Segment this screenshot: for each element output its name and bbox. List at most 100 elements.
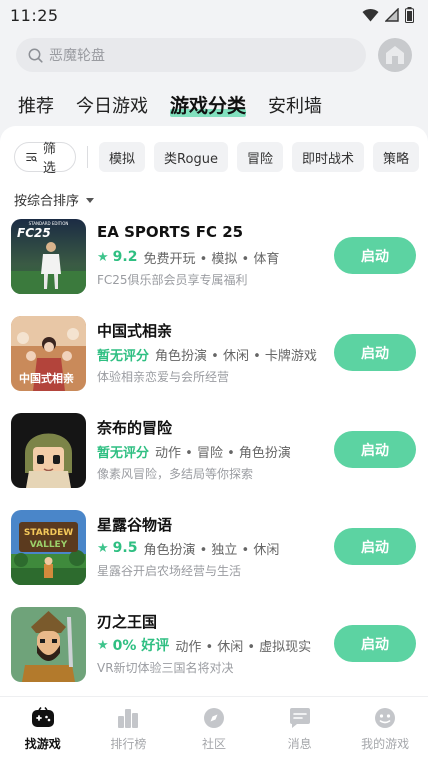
game-icon-blade-kingdom (11, 607, 86, 682)
filter-icon (26, 152, 37, 162)
sort-label: 按综合排序 (14, 194, 80, 209)
game-info: 刃之王国 ★ 0% 好评 动作 • 休闲 • 虚拟现实 VR新切体验三国名将对决 (97, 611, 327, 676)
game-rating: 暂无评分 (97, 445, 150, 461)
game-icon-stardew: STARDEW VALLEY (11, 510, 86, 585)
game-rating: 暂无评分 (97, 348, 150, 364)
list-item[interactable]: STARDEW VALLEY 星露谷物语 ★ 9.5 角色扮演 • 独立 • 休… (0, 510, 428, 607)
signal-icon (385, 8, 399, 22)
tab-today-games[interactable]: 今日游戏 (76, 92, 148, 118)
list-item[interactable]: 奈布的冒险 暂无评分 动作 • 冒险 • 角色扮演 像素风冒险，多结局等你探索 … (0, 413, 428, 510)
chip-simulation[interactable]: 模拟 (99, 142, 146, 172)
nav-label: 消息 (287, 737, 312, 751)
nav-label: 我的游戏 (361, 737, 410, 751)
list-item[interactable]: STANDARD EDITION FC25 EA SPORTS FC 25 ★ … (0, 219, 428, 316)
game-meta: 暂无评分 动作 • 冒险 • 角色扮演 (97, 442, 327, 461)
nav-label: 社区 (201, 737, 226, 751)
nav-find-games[interactable]: 找游戏 (0, 697, 86, 760)
game-title: 刃之王国 (97, 613, 158, 631)
search-icon (28, 48, 43, 63)
search-placeholder: 恶魔轮盘 (49, 48, 105, 64)
star-icon: ★ (97, 249, 109, 265)
game-meta: ★ 9.5 角色扮演 • 独立 • 休闲 (97, 539, 327, 558)
status-icons (362, 7, 414, 23)
game-description: 像素风冒险，多结局等你探索 (97, 467, 254, 481)
launch-button[interactable]: 启动 (334, 625, 416, 662)
tab-game-categories[interactable]: 游戏分类 (170, 91, 247, 118)
nav-my-games[interactable]: 我的游戏 (342, 697, 428, 760)
game-info: 奈布的冒险 暂无评分 动作 • 冒险 • 角色扮演 像素风冒险，多结局等你探索 (97, 417, 327, 482)
game-tags: 免费开玩 • 模拟 • 体育 (143, 251, 280, 267)
stardew-logo-text-1: STARDEW (24, 528, 73, 538)
list-item[interactable]: 刃之王国 ★ 0% 好评 动作 • 休闲 • 虚拟现实 VR新切体验三国名将对决… (0, 607, 428, 696)
game-description: VR新切体验三国名将对决 (97, 661, 234, 675)
game-title: 星露谷物语 (97, 516, 173, 534)
launch-button[interactable]: 启动 (334, 528, 416, 565)
game-description: FC25俱乐部会员享专属福利 (97, 273, 248, 287)
game-icon-xiangqin: 中国式相亲 (11, 316, 86, 391)
avatar[interactable] (378, 38, 412, 72)
compass-icon (203, 708, 224, 728)
game-description: 体验相亲恋爱与会所经营 (97, 370, 230, 384)
fc25-logo-text: FC25 (17, 226, 51, 240)
game-tags: 角色扮演 • 独立 • 休闲 (143, 542, 280, 558)
battery-icon (405, 7, 414, 23)
chip-adventure[interactable]: 冒险 (236, 142, 283, 172)
ranking-icon (118, 709, 139, 728)
bottom-nav: 找游戏 排行榜 社区 消息 我的游戏 (0, 696, 428, 760)
game-list: STANDARD EDITION FC25 EA SPORTS FC 25 ★ … (0, 219, 428, 696)
filter-button[interactable]: 筛选 (14, 142, 77, 176)
filter-divider (87, 146, 89, 168)
game-meta: ★ 9.2 免费开玩 • 模拟 • 体育 (97, 248, 327, 267)
chip-real-time-tactics[interactable]: 即时战术 (291, 142, 364, 172)
game-tags: 动作 • 休闲 • 虚拟现实 (175, 639, 312, 655)
launch-button[interactable]: 启动 (334, 334, 416, 371)
wifi-icon (362, 8, 379, 22)
game-rating: 9.2 (112, 249, 138, 265)
gamepad-icon (31, 707, 54, 727)
game-tags: 动作 • 冒险 • 角色扮演 (155, 445, 291, 461)
nav-label: 找游戏 (24, 737, 61, 751)
launch-button[interactable]: 启动 (334, 237, 416, 274)
game-title: 奈布的冒险 (97, 419, 173, 437)
star-icon: ★ (97, 637, 109, 653)
sort-dropdown[interactable]: 按综合排序 (14, 190, 95, 209)
list-item[interactable]: 中国式相亲 中国式相亲 暂无评分 角色扮演 • 休闲 • 卡牌游戏 体验相亲恋爱… (0, 316, 428, 413)
my-games-icon (375, 708, 396, 728)
nav-ranking[interactable]: 排行榜 (86, 697, 172, 760)
game-rating: 0% 好评 (112, 638, 170, 654)
filter-label: 筛选 (42, 142, 56, 176)
game-info: 中国式相亲 暂无评分 角色扮演 • 休闲 • 卡牌游戏 体验相亲恋爱与会所经营 (97, 320, 327, 385)
category-panel: 筛选 模拟 类Rogue 冒险 即时战术 策略 按综合排序 STANDARD E… (0, 126, 428, 696)
game-info: EA SPORTS FC 25 ★ 9.2 免费开玩 • 模拟 • 体育 FC2… (97, 223, 327, 288)
search-row: 恶魔轮盘 (16, 38, 412, 72)
game-tags: 角色扮演 • 休闲 • 卡牌游戏 (155, 348, 317, 364)
game-meta: 暂无评分 角色扮演 • 休闲 • 卡牌游戏 (97, 345, 327, 364)
status-bar: 11:25 (0, 0, 428, 30)
search-input[interactable]: 恶魔轮盘 (16, 38, 366, 72)
launch-button[interactable]: 启动 (334, 431, 416, 468)
game-meta: ★ 0% 好评 动作 • 休闲 • 虚拟现实 (97, 636, 327, 655)
game-description: 星露谷开启农场经营与生活 (97, 564, 242, 578)
star-icon: ★ (97, 540, 109, 556)
tab-recommend[interactable]: 推荐 (18, 92, 54, 118)
chip-strategy[interactable]: 策略 (372, 142, 419, 172)
chevron-down-icon (86, 197, 95, 203)
game-title: 中国式相亲 (97, 322, 173, 340)
game-rating: 9.5 (112, 540, 138, 556)
nav-community[interactable]: 社区 (171, 697, 257, 760)
stardew-logo-text-2: VALLEY (30, 540, 68, 550)
avatar-placeholder-icon (386, 46, 404, 64)
nav-messages[interactable]: 消息 (257, 697, 343, 760)
game-info: 星露谷物语 ★ 9.5 角色扮演 • 独立 • 休闲 星露谷开启农场经营与生活 (97, 514, 327, 579)
status-time: 11:25 (10, 5, 59, 25)
tab-recommend-wall[interactable]: 安利墙 (268, 92, 322, 118)
filter-row: 筛选 模拟 类Rogue 冒险 即时战术 策略 (14, 142, 428, 176)
game-title: EA SPORTS FC 25 (97, 223, 244, 241)
message-icon (289, 708, 310, 728)
game-icon-naibu (11, 413, 86, 488)
xiangqin-logo-text: 中国式相亲 (19, 371, 74, 385)
top-tabs: 推荐 今日游戏 游戏分类 安利墙 (18, 88, 322, 118)
nav-label: 排行榜 (110, 737, 147, 751)
game-icon-ea-fc25: STANDARD EDITION FC25 (11, 219, 86, 294)
chip-roguelike[interactable]: 类Rogue (154, 142, 228, 172)
